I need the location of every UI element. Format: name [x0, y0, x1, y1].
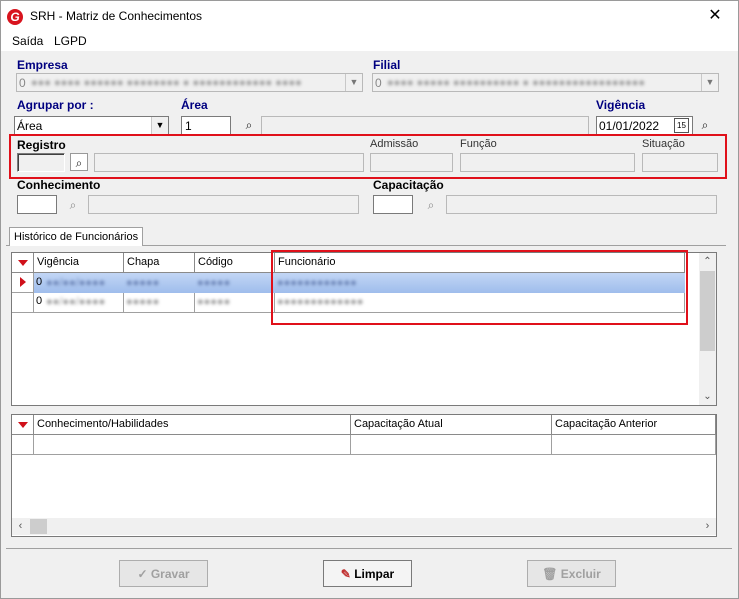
app-logo-icon: G — [7, 9, 23, 25]
column-header-vigencia[interactable]: Vigência — [34, 253, 124, 273]
empresa-value: 0 — [19, 76, 26, 90]
capacitacao-label: Capacitação — [373, 178, 444, 192]
binoculars-search-icon[interactable]: ⌕ — [240, 116, 258, 134]
filial-select[interactable]: 0 ●●●● ●●●●● ●●●●●●●●●● ● ●●●●●●●●●●●●●●… — [372, 73, 719, 92]
chevron-down-icon[interactable]: ▼ — [151, 117, 168, 134]
table-cell[interactable] — [552, 435, 716, 455]
excluir-button-label: Excluir — [560, 567, 601, 581]
row1-chapa-redacted: ●●●●● — [126, 277, 160, 289]
column-header-capacitacao-anterior[interactable]: Capacitação Anterior — [552, 415, 716, 435]
scrollbar-thumb[interactable] — [700, 271, 715, 351]
registro-name-field — [94, 153, 364, 172]
window-title: SRH - Matriz de Conhecimentos — [30, 9, 203, 23]
horizontal-scrollbar[interactable]: ‹ › — [12, 518, 716, 535]
binoculars-search-icon[interactable]: ⌕ — [422, 196, 440, 214]
area-code-value: 1 — [185, 119, 192, 133]
binoculars-search-icon[interactable]: ⌕ — [696, 116, 714, 134]
row2-codigo-redacted: ●●●●● — [197, 296, 231, 308]
agrupar-value: Área — [17, 119, 43, 133]
conhecimento-label: Conhecimento — [17, 178, 101, 192]
grid-menu-icon[interactable] — [18, 260, 28, 266]
binoculars-search-icon[interactable]: ⌕ — [64, 196, 82, 214]
chevron-down-icon[interactable]: ▼ — [701, 74, 718, 91]
area-code-input[interactable]: 1 — [181, 116, 231, 135]
empresa-select[interactable]: 0 ●●● ●●●● ●●●●●● ●●●●●●●● ● ●●●●●●●●●●●… — [16, 73, 363, 92]
menu-bar — [1, 31, 738, 51]
checkmark-icon: ✓ — [137, 567, 151, 581]
vigencia-value: 01/01/2022 — [599, 119, 660, 133]
gravar-button-label: Gravar — [150, 567, 190, 581]
row2-codigo-cell[interactable]: ●●●●● — [195, 293, 275, 313]
close-icon[interactable]: ✕ — [702, 4, 728, 28]
area-description-field — [261, 116, 589, 135]
row-indicator-cell[interactable] — [12, 273, 34, 293]
column-header-conhecimento-habilidades[interactable]: Conhecimento/Habilidades — [34, 415, 351, 435]
capacitacao-code-input[interactable] — [373, 195, 413, 214]
scroll-left-icon[interactable]: ‹ — [12, 518, 29, 535]
scroll-right-icon[interactable]: › — [699, 518, 716, 535]
empresa-label: Empresa — [17, 58, 68, 72]
scroll-up-icon[interactable]: ⌃ — [699, 253, 716, 270]
row2-vigencia-redacted: ●●/●●/●●●● — [46, 296, 106, 308]
funcionario-highlight-box — [271, 250, 688, 325]
filial-label: Filial — [373, 58, 401, 72]
agrupar-label: Agrupar por : — [17, 98, 94, 112]
row1-vigencia-redacted: ●●/●●/●●●● — [46, 277, 106, 289]
current-row-arrow-icon — [20, 277, 26, 287]
row2-chapa-redacted: ●●●●● — [126, 296, 160, 308]
eraser-icon: ✎ — [340, 567, 355, 581]
row2-chapa-cell[interactable]: ●●●●● — [124, 293, 195, 313]
registro-code-input[interactable] — [17, 153, 65, 172]
row1-vigencia: 0 — [36, 276, 43, 288]
vertical-scrollbar[interactable]: ⌃ ⌄ — [699, 253, 716, 405]
footer-divider — [6, 548, 732, 549]
row2-vigencia-cell[interactable]: 0 ●●/●●/●●●● — [34, 293, 124, 313]
column-header-codigo[interactable]: Código — [195, 253, 275, 273]
limpar-button-label: Limpar — [354, 567, 395, 581]
grid-menu-cell[interactable] — [12, 253, 34, 273]
agrupar-select[interactable]: Área ▼ — [14, 116, 169, 135]
column-header-chapa[interactable]: Chapa — [124, 253, 195, 273]
table-cell[interactable] — [34, 435, 351, 455]
chevron-down-icon[interactable]: ▼ — [345, 74, 362, 91]
gravar-button[interactable]: ✓ Gravar — [119, 560, 208, 587]
admissao-field — [370, 153, 453, 172]
row-indicator-cell[interactable] — [12, 435, 34, 455]
table-cell[interactable] — [351, 435, 552, 455]
conhecimento-description-field — [88, 195, 359, 214]
conhecimento-code-input[interactable] — [17, 195, 57, 214]
row-indicator-cell[interactable] — [12, 293, 34, 313]
calendar-icon[interactable]: 15 — [674, 118, 689, 133]
menu-lgpd[interactable]: LGPD — [54, 34, 87, 48]
registro-label: Registro — [17, 138, 66, 152]
column-header-capacitacao-atual[interactable]: Capacitação Atual — [351, 415, 552, 435]
funcao-field — [460, 153, 635, 172]
funcao-label: Função — [460, 138, 497, 150]
filial-name-redacted: ●●●● ●●●●● ●●●●●●●●●● ● ●●●●●●●●●●●●●●●●… — [387, 77, 646, 89]
row1-codigo-redacted: ●●●●● — [197, 277, 231, 289]
row2-vigencia: 0 — [36, 295, 43, 307]
situacao-field — [642, 153, 718, 172]
trash-icon: 🗑 — [542, 567, 561, 581]
menu-saida[interactable]: Saída — [12, 34, 43, 48]
capacitacao-description-field — [446, 195, 717, 214]
grid-menu-icon[interactable] — [18, 422, 28, 428]
limpar-button[interactable]: ✎ Limpar — [323, 560, 412, 587]
tab-historico-funcionarios[interactable]: Histórico de Funcionários — [9, 227, 144, 246]
binoculars-search-icon[interactable]: ⌕ — [70, 153, 88, 171]
filial-value: 0 — [375, 76, 382, 90]
scroll-down-icon[interactable]: ⌄ — [699, 388, 716, 405]
scrollbar-thumb[interactable] — [30, 519, 47, 534]
area-label: Área — [181, 98, 208, 112]
admissao-label: Admissão — [370, 138, 419, 150]
excluir-button[interactable]: 🗑 Excluir — [527, 560, 616, 587]
situacao-label: Situação — [642, 138, 685, 150]
empresa-name-redacted: ●●● ●●●● ●●●●●● ●●●●●●●● ● ●●●●●●●●●●●● … — [31, 77, 302, 89]
grid-menu-cell[interactable] — [12, 415, 34, 435]
vigencia-date-input[interactable]: 01/01/2022 15 — [596, 116, 693, 135]
vigencia-label: Vigência — [596, 98, 646, 112]
